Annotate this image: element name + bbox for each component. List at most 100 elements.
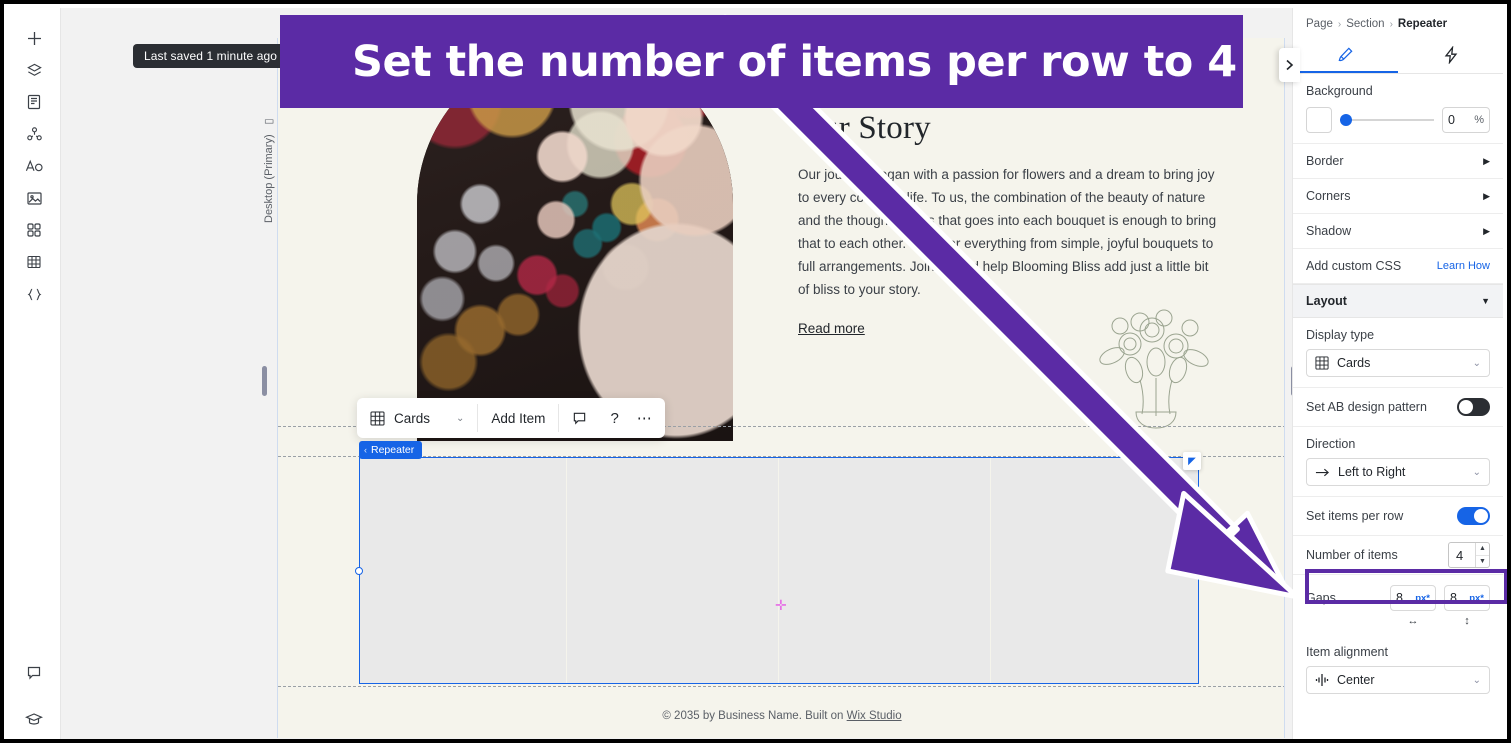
stepper-up-icon[interactable]: ▲ [1476,543,1489,556]
comment-icon[interactable] [559,398,600,438]
repeater-tag-label: Repeater [371,444,415,456]
item-alignment-select[interactable]: Center ⌄ [1306,666,1490,694]
inspector-panel: Page › Section › Repeater Background 0 %… [1292,8,1503,739]
breadcrumb-page[interactable]: Page [1306,18,1333,30]
direction-select[interactable]: Left to Right ⌄ [1306,458,1490,486]
slider-knob[interactable] [1340,114,1352,126]
chevron-down-icon: ⌄ [1472,466,1481,478]
left-toolbar [8,8,61,739]
text-style-icon[interactable] [17,150,51,182]
add-element-icon[interactable] [17,22,51,54]
stepper-arrows[interactable]: ▲ ▼ [1475,543,1489,567]
code-icon[interactable] [17,278,51,310]
media-icon[interactable] [17,182,51,214]
cards-grid-icon [1315,356,1329,370]
chevron-right-icon: ▶ [1483,155,1490,166]
breadcrumb-separator-icon: › [1337,18,1342,30]
learn-how-link[interactable]: Learn How [1437,260,1490,272]
horizontal-gap-icon: ↔ [1407,615,1419,627]
table-icon[interactable] [17,246,51,278]
items-per-row-toggle[interactable] [1457,507,1490,525]
align-center-icon [1315,673,1329,687]
repeater-cell-divider [990,458,991,683]
toggle-knob [1474,509,1488,523]
background-color-swatch[interactable] [1306,107,1332,133]
background-label: Background [1306,84,1373,98]
footer-text: © 2035 by Business Name. Built on [662,710,847,722]
chevron-right-icon: ▶ [1483,225,1490,236]
border-section[interactable]: Border ▶ [1293,144,1503,179]
apps-icon[interactable] [17,214,51,246]
viewport-label-text: Desktop (Primary) [263,134,275,223]
arrow-right-icon [1315,467,1330,478]
bouquet-line-art-icon [1099,309,1209,429]
background-opacity-input[interactable]: 0 % [1442,107,1490,133]
story-heading: Our Story [798,110,931,146]
chevron-right-icon: ▶ [1483,190,1490,201]
resize-handle-right[interactable] [1195,567,1203,575]
border-label: Border [1306,154,1344,168]
collapse-panel-button[interactable] [1279,48,1300,82]
more-options-icon[interactable]: ⋯ [629,398,665,438]
center-marker-icon: ✛ [775,597,787,613]
ab-pattern-toggle[interactable] [1457,398,1490,416]
cards-grid-icon [370,411,385,426]
read-more-link[interactable]: Read more [798,321,865,336]
layout-section-header[interactable]: Layout ▼ [1293,284,1503,318]
repeater-cell-divider [778,458,779,683]
breadcrumb-section[interactable]: Section [1346,18,1384,30]
tab-interactions[interactable] [1398,40,1503,73]
desktop-icon: ▯ [262,116,276,129]
learn-icon[interactable] [17,703,51,735]
last-saved-tooltip: Last saved 1 minute ago [133,44,289,68]
annotation-banner: Set the number of items per row to 4 [280,15,1243,108]
help-icon[interactable]: ? [600,398,628,438]
display-type-value: Cards [1337,356,1371,370]
display-type-select[interactable]: Cards ⌄ [1306,349,1490,377]
number-of-items-value: 4 [1456,547,1464,563]
items-per-row-label: Set items per row [1306,509,1404,523]
opacity-value: 0 [1448,113,1455,127]
chevron-left-icon: ‹ [364,445,367,455]
display-type-selector[interactable]: Cards ⌄ [357,398,477,438]
chevron-down-icon: ⌄ [1472,357,1481,369]
direction-label: Direction [1306,437,1356,451]
corners-section[interactable]: Corners ▶ [1293,179,1503,214]
chevron-down-icon: ⌄ [1472,674,1481,686]
ab-pattern-label: Set AB design pattern [1306,400,1427,414]
story-body: Our journey began with a passion for flo… [798,167,1217,297]
stepper-down-icon[interactable]: ▼ [1476,556,1489,568]
canvas-area: Desktop (Primary) ▯ Our Story Our journe… [61,8,1300,739]
annotation-banner-text: Set the number of items per row to 4 [352,36,1237,87]
breadcrumb-separator-icon: › [1389,18,1393,30]
item-alignment-label: Item alignment [1306,645,1388,659]
pages-icon[interactable] [17,86,51,118]
shadow-section[interactable]: Shadow ▶ [1293,214,1503,249]
layers-icon[interactable] [17,54,51,86]
page-resize-handle-left[interactable] [262,366,267,396]
chevron-down-icon: ▼ [1481,296,1490,306]
add-item-button[interactable]: Add Item [478,398,558,438]
custom-css-section: Add custom CSS Learn How [1293,249,1503,284]
number-of-items-stepper[interactable]: 4 ▲ ▼ [1448,542,1490,568]
panel-tabs [1293,40,1503,74]
chevron-down-icon: ⌄ [456,412,465,424]
layout-corner-badge-icon[interactable]: ◤ [1183,452,1201,470]
display-type-value: Cards [394,410,431,426]
wix-studio-link[interactable]: Wix Studio [847,710,902,722]
repeater-element[interactable]: ✛ ◤ [355,452,1203,684]
breadcrumb-current: Repeater [1397,18,1448,30]
item-alignment-row: Item alignment Center ⌄ [1293,635,1503,704]
repeater-breadcrumb-tag[interactable]: ‹ Repeater [359,441,423,459]
background-opacity-slider[interactable] [1340,114,1434,126]
item-alignment-value: Center [1337,673,1375,687]
opacity-unit: % [1474,114,1484,126]
background-section: Background 0 % [1293,74,1503,144]
comments-icon[interactable] [17,657,51,689]
display-type-row: Display type Cards ⌄ [1293,318,1503,388]
tab-design[interactable] [1293,40,1398,73]
display-type-label: Display type [1306,328,1375,342]
resize-handle-left[interactable] [355,567,363,575]
cms-icon[interactable] [17,118,51,150]
site-footer: © 2035 by Business Name. Built on Wix St… [278,710,1284,722]
